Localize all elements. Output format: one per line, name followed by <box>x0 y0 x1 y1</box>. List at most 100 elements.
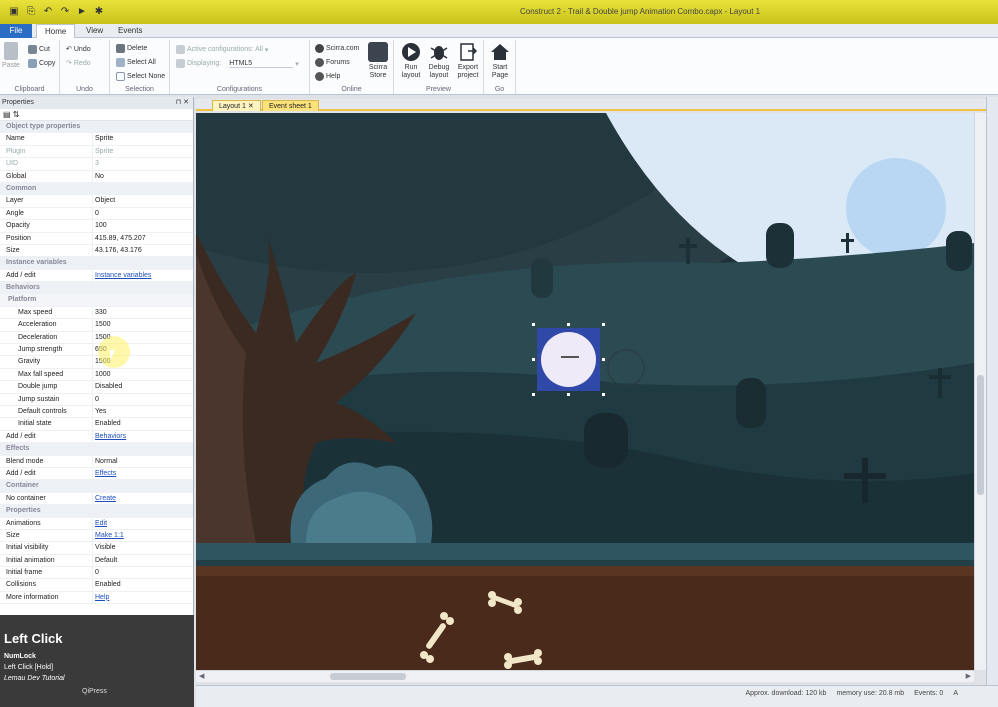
property-row[interactable]: Double jump Disabled <box>0 381 193 394</box>
property-link[interactable]: Create <box>95 495 116 502</box>
property-value-cell[interactable]: Disabled <box>92 381 193 393</box>
property-value-cell[interactable]: No <box>92 170 193 182</box>
undo-button[interactable]: ↶ Undo <box>66 45 91 54</box>
property-row[interactable]: More information Help <box>0 591 193 605</box>
select-none-button[interactable]: Select None <box>116 72 165 81</box>
scirra-store-button[interactable]: Scirra Store <box>366 40 390 80</box>
tab-layout-1[interactable]: Layout 1 ✕ <box>212 100 261 111</box>
property-value-cell[interactable]: 100 <box>92 220 193 232</box>
property-value-cell[interactable]: 3 <box>92 158 193 170</box>
horizontal-scrollbar[interactable]: ◀ ▶ <box>196 670 974 682</box>
property-row[interactable]: Default controls Yes <box>0 405 193 419</box>
active-configurations-dropdown[interactable]: Active configurations: All ▾ <box>176 45 268 54</box>
property-category[interactable]: Platform <box>0 294 193 307</box>
property-value-cell[interactable]: Effects <box>92 467 193 480</box>
property-link[interactable]: Instance variables <box>95 272 151 279</box>
displaying-dropdown[interactable]: Displaying: HTML5 ▾ <box>176 59 299 68</box>
run-layout-button[interactable]: Run layout <box>398 40 424 80</box>
export-project-button[interactable]: Export project <box>454 40 482 80</box>
property-category[interactable]: Instance variables <box>0 257 193 270</box>
property-row[interactable]: Position 415.89, 475.207 <box>0 232 193 245</box>
property-row[interactable]: Initial visibility Visible <box>0 542 193 555</box>
property-link[interactable]: Edit <box>95 520 107 527</box>
property-row[interactable]: Animations Edit <box>0 517 193 530</box>
property-category[interactable]: Container <box>0 480 193 493</box>
tab-event-sheet-1[interactable]: Event sheet 1 <box>262 100 319 111</box>
redo-icon[interactable]: ↷ <box>59 6 71 18</box>
property-row[interactable]: Max speed 330 <box>0 306 193 320</box>
scirra-link-button[interactable]: Scirra.com <box>315 44 359 53</box>
forums-button[interactable]: Forums <box>315 58 350 67</box>
property-row[interactable]: Gravity1500 <box>0 356 193 369</box>
property-value-cell[interactable]: Normal <box>92 455 193 467</box>
property-row[interactable]: Initial state Enabled <box>0 418 193 431</box>
tab-view[interactable]: View <box>78 24 111 38</box>
property-value-cell[interactable]: Create <box>92 492 193 505</box>
property-value-cell[interactable]: 415.89, 475.207 <box>92 232 193 244</box>
categorized-icon[interactable]: ▤ <box>3 110 11 119</box>
property-row[interactable]: Opacity 100 <box>0 220 193 233</box>
tab-home[interactable]: Home <box>36 24 76 39</box>
property-value-cell[interactable]: 1500 <box>92 319 193 331</box>
property-link[interactable]: Make 1:1 <box>95 532 124 539</box>
close-icon[interactable]: ✕ <box>248 103 254 110</box>
property-row[interactable]: Angle 0 <box>0 207 193 221</box>
vertical-scrollbar[interactable] <box>974 113 986 670</box>
property-category[interactable]: Common <box>0 182 193 196</box>
property-row[interactable]: Plugin Sprite <box>0 145 193 159</box>
debug-icon[interactable]: ✱ <box>93 6 105 18</box>
property-value-cell[interactable]: Make 1:1 <box>92 529 193 542</box>
property-value-cell[interactable]: Object <box>92 195 193 207</box>
horizontal-scroll-thumb[interactable] <box>330 673 406 680</box>
property-row[interactable]: Initial frame 0 <box>0 567 193 580</box>
property-value-cell[interactable]: 0 <box>92 207 193 220</box>
delete-button[interactable]: Delete <box>116 44 147 53</box>
property-value-cell[interactable]: 1000 <box>92 368 193 381</box>
property-value-cell[interactable]: Sprite <box>92 145 193 158</box>
property-link[interactable]: Behaviors <box>95 433 126 440</box>
vertical-scroll-thumb[interactable] <box>977 375 984 495</box>
resize-handle-t[interactable] <box>567 323 570 326</box>
open-icon[interactable]: ⎘ <box>25 6 37 18</box>
start-page-button[interactable]: Start Page <box>487 40 513 80</box>
property-value-cell[interactable]: Sprite <box>92 133 193 145</box>
property-category[interactable]: Object type properties <box>0 121 193 134</box>
property-value-cell[interactable]: Help <box>92 591 193 604</box>
debug-layout-button[interactable]: Debug layout <box>426 40 452 80</box>
property-value-cell[interactable]: Instance variables <box>92 269 193 282</box>
scroll-left-icon[interactable]: ◀ <box>199 671 204 682</box>
property-row[interactable]: No container Create <box>0 492 193 506</box>
property-value-cell[interactable]: Enabled <box>92 418 193 430</box>
property-row[interactable]: Add / edit Behaviors <box>0 430 193 444</box>
scroll-right-icon[interactable]: ▶ <box>966 671 971 682</box>
property-value-cell[interactable]: Enabled <box>92 579 193 591</box>
property-row[interactable]: Collisions Enabled <box>0 579 193 592</box>
property-row[interactable]: Add / edit Effects <box>0 467 193 481</box>
help-button[interactable]: Help <box>315 72 340 81</box>
property-value-cell[interactable]: 0 <box>92 567 193 579</box>
property-row[interactable]: Max fall speed 1000 <box>0 368 193 382</box>
property-category[interactable]: Effects <box>0 443 193 456</box>
resize-handle-tl[interactable] <box>532 323 535 326</box>
property-value-cell[interactable]: Default <box>92 554 193 567</box>
sort-icon[interactable]: ⇅ <box>13 110 20 119</box>
selected-sprite[interactable] <box>532 323 605 396</box>
property-value-cell[interactable]: Visible <box>92 542 193 554</box>
tab-events[interactable]: Events <box>110 24 150 38</box>
property-link[interactable]: Effects <box>95 470 116 477</box>
property-row[interactable]: Deceleration 1500 <box>0 331 193 345</box>
property-row[interactable]: Initial animation Default <box>0 554 193 568</box>
cut-button[interactable]: Cut <box>28 45 50 54</box>
property-value-cell[interactable]: 43.176, 43.176 <box>92 244 193 257</box>
save-icon[interactable]: ▣ <box>8 6 20 18</box>
property-row[interactable]: Global No <box>0 170 193 183</box>
property-row[interactable]: Add / edit Instance variables <box>0 269 193 283</box>
resize-handle-r[interactable] <box>602 358 605 361</box>
property-category[interactable]: Properties <box>0 505 193 518</box>
redo-button[interactable]: ↷ Redo <box>66 59 91 68</box>
property-row[interactable]: Size 43.176, 43.176 <box>0 244 193 258</box>
property-value-cell[interactable]: Behaviors <box>92 430 193 443</box>
property-row[interactable]: Jump strength650 <box>0 344 193 357</box>
undo-icon[interactable]: ↶ <box>42 6 54 18</box>
property-row[interactable]: Acceleration 1500 <box>0 319 193 332</box>
